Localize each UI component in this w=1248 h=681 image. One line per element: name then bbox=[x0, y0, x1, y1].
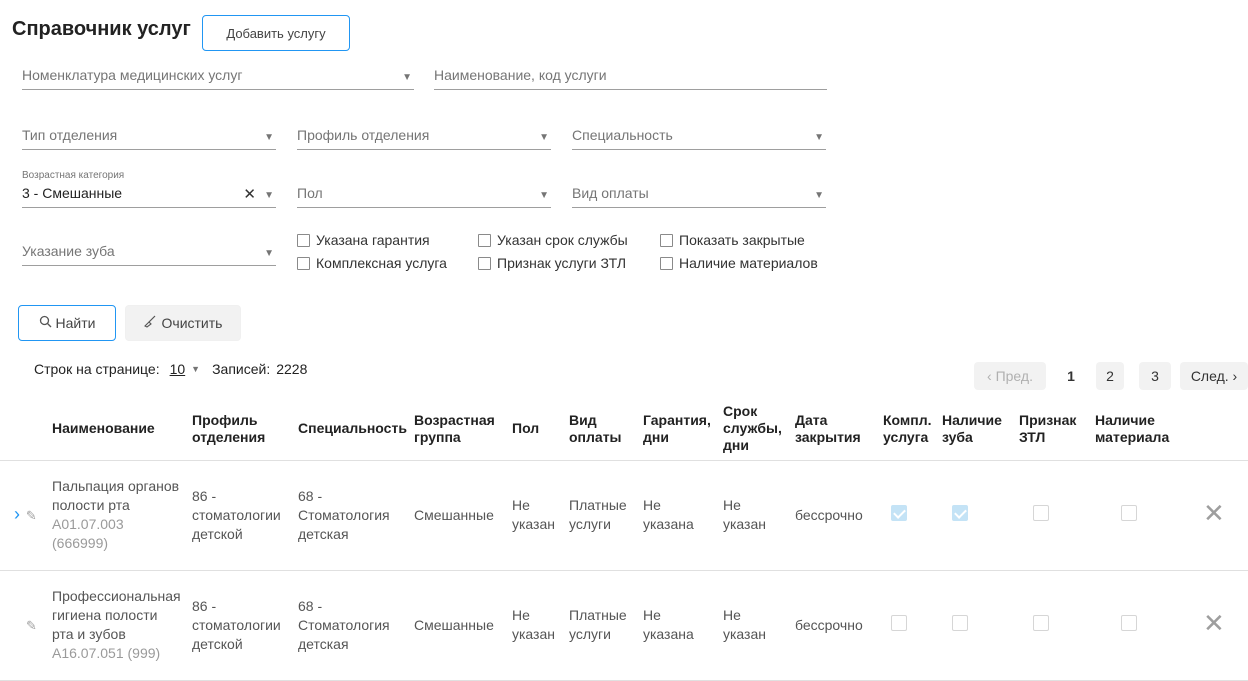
column-header[interactable]: Признак ЗТЛ bbox=[1013, 398, 1089, 461]
payment-cell: Платные услуги bbox=[563, 460, 637, 571]
add-service-button[interactable]: Добавить услугу bbox=[202, 15, 350, 51]
material-checkbox bbox=[1121, 614, 1137, 631]
service-life-checkbox[interactable]: Указан срок службы bbox=[478, 232, 628, 248]
prev-page-button[interactable]: ‹ Пред. bbox=[974, 362, 1046, 390]
tooth-checkbox bbox=[952, 614, 968, 631]
close-icon[interactable]: ✕ bbox=[1203, 608, 1225, 638]
column-header[interactable]: Вид оплаты bbox=[563, 398, 637, 461]
pencil-icon[interactable]: ✎ bbox=[26, 508, 37, 523]
closing-date-cell: бессрочно bbox=[789, 570, 877, 681]
specialty-cell: 68 - Стоматология детская bbox=[292, 570, 408, 681]
warranty-cell: Не указана bbox=[637, 570, 717, 681]
column-header[interactable]: Дата закрытия bbox=[789, 398, 877, 461]
column-header[interactable]: Специальность bbox=[292, 398, 408, 461]
checkbox-box[interactable] bbox=[478, 233, 491, 247]
rows-per-page-select[interactable]: 10 bbox=[170, 361, 186, 377]
chevron-down-icon: ▼ bbox=[814, 132, 824, 143]
age-cell: Смешанные bbox=[408, 570, 506, 681]
name-code-input[interactable]: Наименование, код услуги bbox=[434, 64, 827, 90]
chevron-down-icon: ▼ bbox=[264, 248, 274, 259]
payment-type-select[interactable]: Вид оплаты ▼ bbox=[572, 182, 826, 208]
tooth-checkbox bbox=[952, 504, 968, 521]
clear-icon[interactable]: ✕ bbox=[243, 185, 256, 203]
complex-checkbox bbox=[891, 504, 907, 521]
services-table: Наименование Профиль отделения Специальн… bbox=[0, 398, 1248, 681]
service-life-cell: Не указан bbox=[717, 570, 789, 681]
chevron-down-icon: ▼ bbox=[191, 364, 201, 374]
chevron-down-icon: ▼ bbox=[539, 190, 549, 201]
sex-cell: Не указан bbox=[506, 570, 563, 681]
tooth-select[interactable]: Указание зуба ▼ bbox=[22, 240, 276, 266]
table-header-row: Наименование Профиль отделения Специальн… bbox=[0, 398, 1248, 461]
show-closed-checkbox[interactable]: Показать закрытые bbox=[660, 232, 805, 248]
column-header[interactable]: Профиль отделения bbox=[186, 398, 292, 461]
broom-icon bbox=[143, 315, 156, 331]
profile-cell: 86 - стоматологии детской bbox=[186, 460, 292, 571]
pagination-info: Строк на странице: 10 ▼ Записей: 2228 bbox=[34, 361, 308, 377]
column-header[interactable]: Наличие зуба bbox=[936, 398, 1013, 461]
age-category-select[interactable]: Возрастная категория 3 - Смешанные ✕ ▼ bbox=[22, 170, 276, 208]
ztl-checkbox bbox=[1033, 614, 1049, 631]
ztl-checkbox bbox=[1033, 504, 1049, 521]
chevron-down-icon: ▼ bbox=[814, 190, 824, 201]
ztl-checkbox[interactable]: Признак услуги ЗТЛ bbox=[478, 255, 626, 271]
checkbox-box[interactable] bbox=[297, 256, 310, 270]
pencil-icon[interactable]: ✎ bbox=[26, 618, 37, 633]
material-checkbox bbox=[1121, 504, 1137, 521]
service-code: A01.07.003 (666999) bbox=[52, 516, 124, 551]
column-header[interactable]: Компл. услуга bbox=[877, 398, 936, 461]
chevron-down-icon: ▼ bbox=[402, 72, 412, 83]
warranty-checkbox[interactable]: Указана гарантия bbox=[297, 232, 430, 248]
specialty-select[interactable]: Специальность ▼ bbox=[572, 124, 826, 150]
materials-checkbox[interactable]: Наличие материалов bbox=[660, 255, 818, 271]
sex-cell: Не указан bbox=[506, 460, 563, 571]
service-name: Пальпация органов полости рта bbox=[52, 478, 180, 513]
checkbox-box[interactable] bbox=[660, 233, 673, 247]
chevron-down-icon: ▼ bbox=[264, 132, 274, 143]
column-header[interactable]: Наименование bbox=[46, 398, 186, 461]
payment-cell: Платные услуги bbox=[563, 570, 637, 681]
column-header[interactable]: Пол bbox=[506, 398, 563, 461]
page-2-button[interactable]: 2 bbox=[1096, 362, 1124, 390]
chevron-down-icon: ▼ bbox=[264, 190, 274, 201]
page-1-button[interactable]: 1 bbox=[1057, 362, 1085, 390]
specialty-cell: 68 - Стоматология детская bbox=[292, 460, 408, 571]
next-page-button[interactable]: След. › bbox=[1180, 362, 1248, 390]
search-icon bbox=[39, 315, 52, 331]
chevron-down-icon: ▼ bbox=[539, 132, 549, 143]
find-button[interactable]: Найти bbox=[18, 305, 116, 341]
table-row[interactable]: ✎ Профессиональная гигиена полости рта и… bbox=[0, 570, 1248, 681]
close-icon[interactable]: ✕ bbox=[1203, 498, 1225, 528]
checkbox-box[interactable] bbox=[660, 256, 673, 270]
sex-select[interactable]: Пол ▼ bbox=[297, 182, 551, 208]
warranty-cell: Не указана bbox=[637, 460, 717, 571]
age-cell: Смешанные bbox=[408, 460, 506, 571]
column-header[interactable]: Гарантия, дни bbox=[637, 398, 717, 461]
column-header[interactable]: Срок службы, дни bbox=[717, 398, 789, 461]
dept-profile-select[interactable]: Профиль отделения ▼ bbox=[297, 124, 551, 150]
dept-type-select[interactable]: Тип отделения ▼ bbox=[22, 124, 276, 150]
nomenclature-select[interactable]: Номенклатура медицинских услуг ▼ bbox=[22, 64, 414, 90]
complex-service-checkbox[interactable]: Комплексная услуга bbox=[297, 255, 447, 271]
page-title: Справочник услуг bbox=[12, 18, 191, 40]
chevron-right-icon[interactable]: › bbox=[14, 504, 20, 524]
page-3-button[interactable]: 3 bbox=[1139, 362, 1171, 390]
complex-checkbox bbox=[891, 614, 907, 631]
column-header[interactable]: Наличие материала bbox=[1089, 398, 1185, 461]
clear-button[interactable]: Очистить bbox=[125, 305, 241, 341]
service-life-cell: Не указан bbox=[717, 460, 789, 571]
closing-date-cell: бессрочно bbox=[789, 460, 877, 571]
checkbox-box[interactable] bbox=[478, 256, 491, 270]
column-header[interactable]: Возрастная группа bbox=[408, 398, 506, 461]
table-row[interactable]: › ✎ Пальпация органов полости рта A01.07… bbox=[0, 460, 1248, 571]
service-code: A16.07.051 (999) bbox=[52, 645, 161, 661]
checkbox-box[interactable] bbox=[297, 233, 310, 247]
service-name: Профессиональная гигиена полости рта и з… bbox=[52, 588, 181, 642]
profile-cell: 86 - стоматологии детской bbox=[186, 570, 292, 681]
